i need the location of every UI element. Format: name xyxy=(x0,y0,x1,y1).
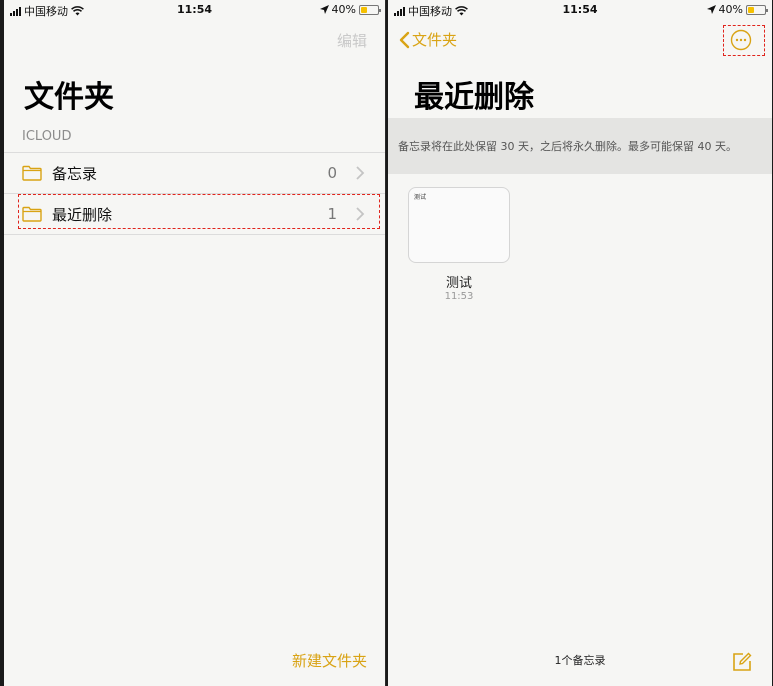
location-icon xyxy=(319,5,329,14)
page-title: 最近删除 xyxy=(414,80,534,115)
note-count: 1个备忘录 xyxy=(554,654,606,667)
note-thumbnail[interactable]: 测试 xyxy=(408,187,510,263)
edit-button[interactable]: 编辑 xyxy=(337,30,367,51)
folder-row-notes[interactable]: 备忘录 0 xyxy=(4,153,385,194)
folder-row-recently-deleted[interactable]: 最近删除 1 xyxy=(4,194,385,235)
note-time: 11:53 xyxy=(444,291,474,302)
thumbnail-text: 测试 xyxy=(414,194,427,201)
battery-icon xyxy=(359,4,381,15)
status-bar: 中国移动 11:54 40% xyxy=(388,0,772,20)
status-bar: 中国移动 11:54 40% xyxy=(4,0,385,20)
battery-percent: 40% xyxy=(718,3,743,16)
note-title: 测试 xyxy=(445,276,472,291)
more-icon[interactable] xyxy=(730,29,752,51)
new-folder-button[interactable]: 新建文件夹 xyxy=(292,650,367,671)
folders-screen: 中国移动 11:54 40% 编辑 文件夹 ICLOUD 备忘录 0 最近删除 … xyxy=(4,0,386,686)
chevron-right-icon xyxy=(356,166,365,180)
compose-icon[interactable] xyxy=(732,652,752,672)
page-title: 文件夹 xyxy=(24,80,114,115)
folder-count: 1 xyxy=(327,205,337,223)
chevron-left-icon xyxy=(399,31,410,48)
back-button[interactable]: 文件夹 xyxy=(398,29,457,50)
recently-deleted-screen: 中国移动 11:54 40% 文件夹 最近删除 备忘录将在此处保留 30 天，之… xyxy=(388,0,772,686)
folder-icon xyxy=(22,165,42,181)
retention-banner: 备忘录将在此处保留 30 天，之后将永久删除。最多可能保留 40 天。 xyxy=(388,118,772,174)
folder-count: 0 xyxy=(327,164,337,182)
folder-icon xyxy=(22,206,42,222)
battery-icon xyxy=(746,4,768,15)
folder-name: 备忘录 xyxy=(52,164,98,183)
location-icon xyxy=(706,5,716,14)
section-header-icloud: ICLOUD xyxy=(22,129,72,144)
chevron-right-icon xyxy=(356,207,365,221)
back-label: 文件夹 xyxy=(412,31,458,49)
battery-percent: 40% xyxy=(331,3,356,16)
folder-list: 备忘录 0 最近删除 1 xyxy=(4,152,385,235)
folder-name: 最近删除 xyxy=(52,205,113,224)
